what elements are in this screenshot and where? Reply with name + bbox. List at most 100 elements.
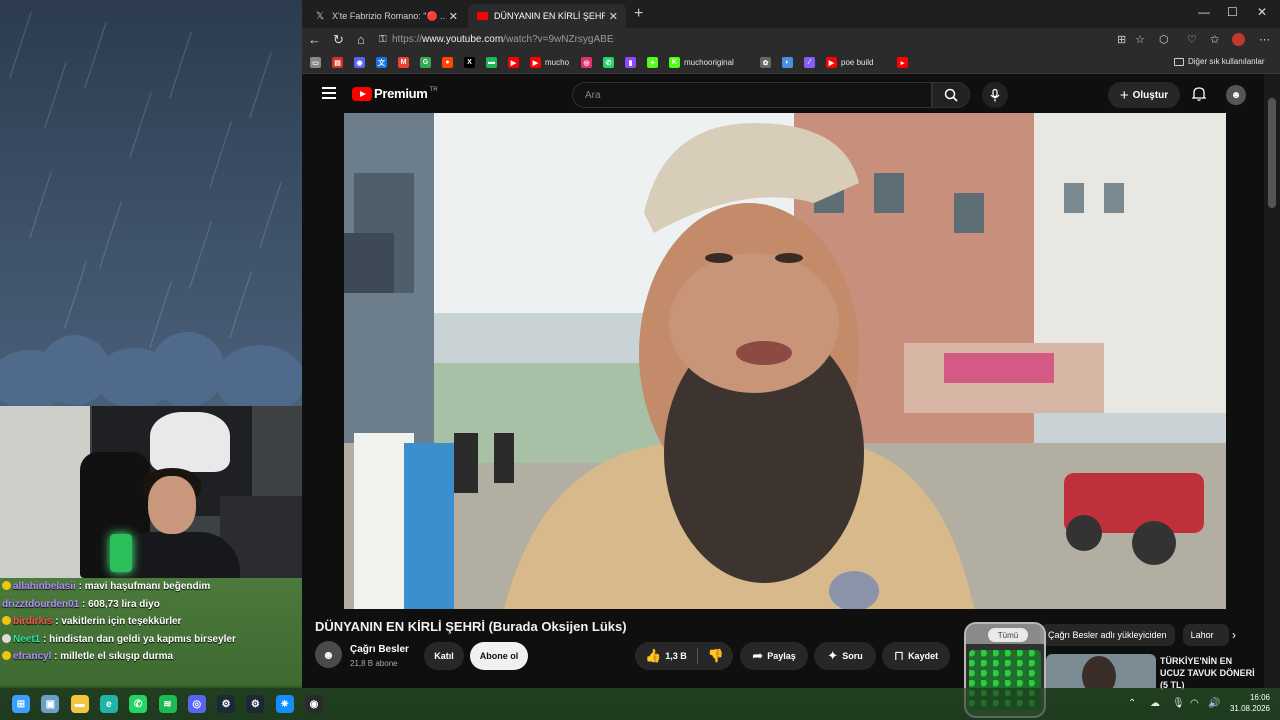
- chat-text: hindistan dan geldi ya kapmıs birseyler: [49, 633, 236, 645]
- maximize-icon[interactable]: ☐: [1227, 5, 1238, 19]
- bookmark-item[interactable]: ●: [442, 57, 457, 68]
- bookmark-item[interactable]: ▤: [332, 57, 347, 68]
- bookmark-item[interactable]: ◉: [354, 57, 369, 68]
- favorites-icon[interactable]: ✩: [1210, 33, 1219, 46]
- bookmark-item[interactable]: X: [464, 57, 479, 68]
- chat-username[interactable]: birdirkis: [13, 616, 52, 627]
- spotify-icon[interactable]: ≋: [158, 695, 177, 713]
- bookmark-item[interactable]: G: [420, 57, 435, 68]
- file-explorer-icon[interactable]: ▬: [70, 695, 89, 713]
- bookmark-item[interactable]: 文: [376, 57, 391, 68]
- tab-youtube[interactable]: DÜNYANIN EN KİRLİ ŞEHRİ (Burada ✕: [468, 4, 626, 28]
- chat-username[interactable]: Neet1: [13, 634, 40, 645]
- account-avatar[interactable]: ☻: [1226, 85, 1246, 105]
- join-button[interactable]: Katıl: [424, 642, 464, 670]
- whatsapp-icon[interactable]: ✆: [129, 695, 148, 713]
- bookmark-item[interactable]: ◐: [782, 57, 797, 68]
- video-player[interactable]: [344, 113, 1226, 609]
- bookmark-item[interactable]: ✆: [603, 57, 618, 68]
- url-domain: www.youtube.com: [422, 34, 504, 45]
- bookmark-item[interactable]: ✿: [760, 57, 775, 68]
- bookmark-icon: 文: [376, 57, 387, 68]
- network-icon[interactable]: ☁: [1150, 698, 1160, 709]
- bookmark-item[interactable]: ◎: [581, 57, 596, 68]
- bookmark-item[interactable]: ▶ mucho: [530, 57, 569, 68]
- windows-start-icon[interactable]: ⊞: [12, 695, 30, 713]
- like-count[interactable]: 1,3 B: [665, 651, 687, 661]
- dislike-icon[interactable]: 👎: [708, 648, 724, 664]
- bookmark-item[interactable]: ▬: [486, 57, 501, 68]
- steam-2-icon[interactable]: ⚙: [246, 695, 265, 713]
- task-view-icon[interactable]: ▣: [41, 695, 60, 713]
- bookmark-item[interactable]: ⁄: [804, 57, 819, 68]
- wifi-icon[interactable]: ◠: [1190, 698, 1199, 709]
- save-button[interactable]: ⊓ Kaydet: [882, 642, 950, 670]
- extensions-icon[interactable]: ⬡: [1159, 33, 1169, 46]
- bookmark-icon: G: [420, 57, 431, 68]
- create-button[interactable]: + Oluştur: [1108, 82, 1180, 108]
- other-bookmarks-label: Diğer sık kullanılanlar: [1188, 57, 1265, 66]
- battlenet-icon[interactable]: ✷: [275, 695, 294, 713]
- bookmark-item[interactable]: ▶: [508, 57, 523, 68]
- subscribe-button[interactable]: Abone ol: [470, 642, 528, 670]
- home-icon[interactable]: ⌂: [357, 32, 365, 47]
- chat-message: birdirkis : vakitlerin için teşekkürler: [2, 613, 302, 631]
- window-close-icon[interactable]: ✕: [1257, 5, 1267, 19]
- ask-button[interactable]: ✦ Soru: [814, 642, 876, 670]
- other-bookmarks[interactable]: Diğer sık kullanılanlar: [1174, 57, 1264, 66]
- chat-username[interactable]: allahinbelasii: [13, 581, 76, 592]
- profile-icon[interactable]: [1232, 33, 1245, 46]
- recommended-video-title[interactable]: TÜRKİYE'NİN EN UCUZ TAVUK DÖNERİ (5 TL): [1160, 655, 1256, 691]
- microphone-tray-icon[interactable]: 🎙: [1172, 698, 1185, 709]
- close-icon[interactable]: ✕: [609, 10, 618, 23]
- chip-lahor[interactable]: Lahor: [1182, 624, 1229, 646]
- chevron-right-icon[interactable]: ›: [1232, 628, 1236, 642]
- tab-title: X'te Fabrizio Romano: "🔴 ... tk Çoru: [332, 10, 445, 21]
- more-menu-icon[interactable]: ⋯: [1259, 33, 1270, 46]
- like-dislike-group: 👍 1,3 B 👎: [635, 642, 733, 670]
- close-icon[interactable]: ✕: [449, 10, 458, 23]
- chat-text: milletle el sıkışıp durma: [60, 651, 174, 663]
- bookmark-item[interactable]: M: [398, 57, 413, 68]
- volume-icon[interactable]: 🔊: [1208, 698, 1220, 709]
- tab-twitter[interactable]: 𝕏 X'te Fabrizio Romano: "🔴 ... tk Çoru ✕: [306, 4, 466, 28]
- browser-essentials-icon[interactable]: ♡: [1187, 33, 1197, 46]
- chip-uploader[interactable]: Çağrı Besler adlı yükleyiciden: [1040, 624, 1175, 646]
- recommended-video-thumbnail[interactable]: [1046, 654, 1156, 688]
- microphone-icon[interactable]: [982, 82, 1008, 108]
- steam-icon[interactable]: ⚙: [217, 695, 236, 713]
- discord-icon[interactable]: ◎: [187, 695, 206, 713]
- chat-message: Neet1 : hindistan dan geldi ya kapmıs bi…: [2, 631, 302, 649]
- system-clock[interactable]: 16:06 31.08.2026: [1226, 692, 1270, 714]
- bookmark-item[interactable]: ▸: [897, 57, 912, 68]
- search-input[interactable]: Ara: [572, 82, 932, 108]
- channel-avatar[interactable]: ☻: [315, 641, 342, 668]
- like-icon[interactable]: 👍: [645, 648, 661, 664]
- favorite-star-icon[interactable]: ☆: [1135, 33, 1145, 46]
- youtube-logo[interactable]: Premium TR: [352, 86, 438, 101]
- share-button[interactable]: ➦ Paylaş: [740, 642, 808, 670]
- search-icon[interactable]: [932, 82, 970, 108]
- reload-icon[interactable]: ↻: [333, 32, 344, 48]
- split-screen-icon[interactable]: ⊞: [1117, 33, 1126, 46]
- bookmark-icon: ▶: [508, 57, 519, 68]
- bookmark-item[interactable]: ▮: [625, 57, 640, 68]
- chat-username[interactable]: drizztdourden01: [2, 599, 79, 610]
- bookmark-item[interactable]: ▶ poe build: [826, 57, 873, 68]
- url-field[interactable]: https://www.youtube.com/watch?v=9wNZrsyg…: [392, 34, 614, 45]
- obs-icon[interactable]: ◉: [305, 695, 323, 713]
- bookmark-item[interactable]: ✦: [647, 57, 662, 68]
- back-icon[interactable]: ←: [308, 32, 321, 47]
- bookmark-item[interactable]: Kmuchooriginal: [669, 57, 734, 68]
- bookmark-item[interactable]: ▭: [310, 57, 325, 68]
- minimize-icon[interactable]: —: [1198, 5, 1210, 19]
- notifications-bell-icon[interactable]: [1191, 86, 1207, 104]
- channel-name[interactable]: Çağrı Besler: [350, 644, 409, 655]
- bookmark-icon: ▶: [530, 57, 541, 68]
- new-tab-button[interactable]: +: [634, 5, 643, 23]
- menu-icon[interactable]: [322, 87, 336, 102]
- tray-chevron-icon[interactable]: ⌃: [1128, 698, 1136, 709]
- chat-username[interactable]: efrancyl: [13, 651, 51, 662]
- edge-icon[interactable]: e: [99, 695, 118, 713]
- page-scrollbar[interactable]: [1264, 74, 1280, 688]
